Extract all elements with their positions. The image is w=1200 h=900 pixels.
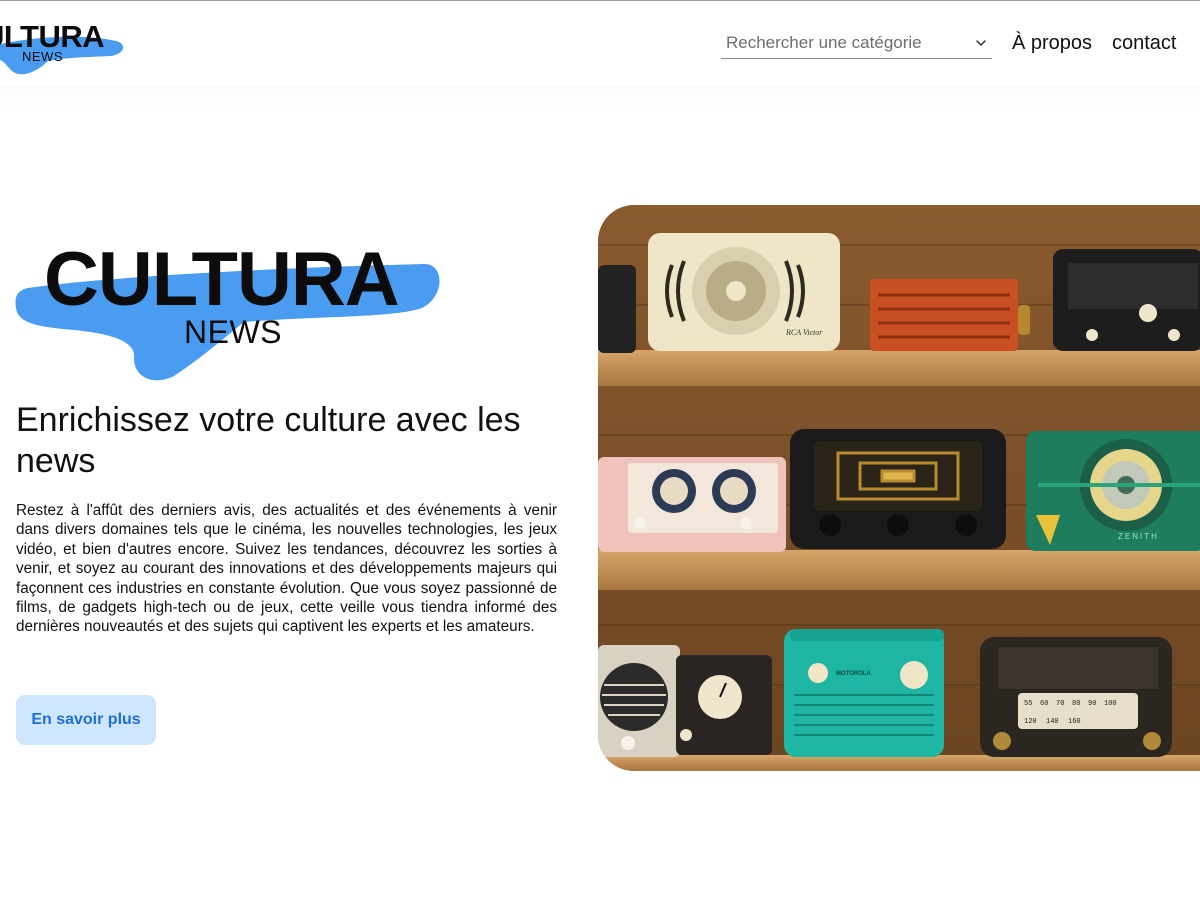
dial-number-120: 120	[1024, 718, 1037, 726]
radio-label-rca: RCA Victor	[785, 328, 823, 337]
nav-link-about[interactable]: À propos	[1012, 32, 1092, 55]
header-logo[interactable]: ULTURA NEWS	[0, 11, 132, 81]
header-logo-sub: NEWS	[22, 49, 63, 64]
nav-link-contact[interactable]: contact	[1112, 32, 1176, 55]
dial-number-70: 70	[1056, 700, 1064, 708]
dial-number-90: 90	[1088, 700, 1096, 708]
dial-number-100: 100	[1104, 700, 1117, 708]
dial-number-160: 160	[1068, 718, 1081, 726]
header-shadow	[0, 86, 1200, 112]
radio-label-zenith: ZENITH	[1118, 532, 1159, 541]
category-search-select[interactable]: Rechercher une catégorie	[721, 28, 992, 59]
hero-logo-sub: NEWS	[184, 314, 282, 350]
dial-number-55: 55	[1024, 700, 1032, 708]
dial-number-60: 60	[1040, 700, 1048, 708]
hero-logo: CULTURA NEWS	[14, 237, 444, 388]
category-search-placeholder: Rechercher une catégorie	[726, 33, 922, 52]
radio-label-motorola: MOTOROLA	[836, 671, 872, 677]
dial-number-80: 80	[1072, 700, 1080, 708]
hero-image-vintage-radios: RCA Victor ZENITH MOTOROLA 55 60 70 80 9…	[598, 205, 1200, 771]
radio-shelves-illustration: RCA Victor ZENITH MOTOROLA 55 60 70 80 9…	[598, 205, 1200, 771]
hero-title: Enrichissez votre culture avec les news	[16, 401, 521, 480]
site-header: ULTURA NEWS Rechercher une catégorie À p…	[0, 1, 1200, 87]
hero-description: Restez à l'affût des derniers avis, des …	[16, 502, 557, 636]
hero-logo-word: CULTURA	[44, 237, 400, 322]
chevron-down-icon	[976, 40, 986, 46]
dial-number-140: 140	[1046, 718, 1059, 726]
learn-more-button[interactable]: En savoir plus	[16, 695, 156, 745]
